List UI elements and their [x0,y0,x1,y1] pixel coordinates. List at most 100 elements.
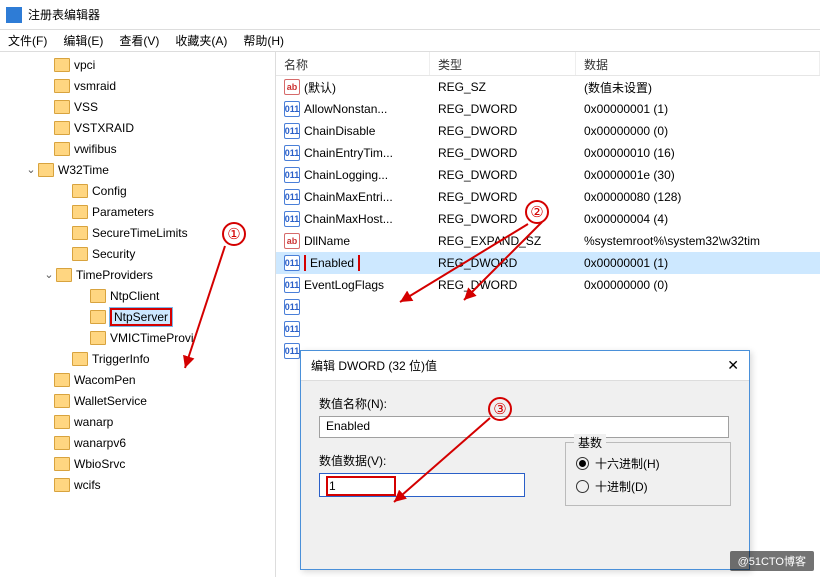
tree-item[interactable]: VMICTimeProvi [0,327,275,348]
folder-icon [72,184,88,198]
tree-item[interactable]: vsmraid [0,75,275,96]
chevron-down-icon[interactable]: ⌄ [42,268,56,281]
reg-dword-icon: 011 [284,123,300,139]
tree-item[interactable]: wcifs [0,474,275,495]
tree-item[interactable]: vwifibus [0,138,275,159]
value-name-label: 数值名称(N): [319,395,731,412]
folder-icon [54,79,70,93]
radix-legend: 基数 [574,434,606,451]
tree-item-label: vwifibus [74,142,117,156]
tree-item[interactable]: Parameters [0,201,275,222]
value-name-field[interactable]: Enabled [319,416,729,438]
folder-icon [54,121,70,135]
menu-favorites[interactable]: 收藏夹(A) [175,32,227,49]
tree-item[interactable]: SecureTimeLimits [0,222,275,243]
registry-value-row[interactable]: abDllNameREG_EXPAND_SZ%systemroot%\syste… [276,230,820,252]
value-name: ChainLogging... [304,168,388,182]
value-data: 0x00000001 (1) [576,102,820,116]
tree-item[interactable]: Security [0,243,275,264]
radio-icon[interactable] [576,457,589,470]
value-name: (默认) [304,79,336,96]
radix-hex[interactable]: 十六进制(H) [576,455,720,472]
tree-item-label: TimeProviders [76,268,153,282]
value-data: (数值未设置) [576,79,820,96]
tree-item[interactable]: wanarp [0,411,275,432]
tree-item[interactable]: ⌄W32Time [0,159,275,180]
registry-value-row[interactable]: 011 ChainMaxEntri... REG_DWORD0x00000080 (… [276,186,820,208]
registry-value-row[interactable]: 011EventLogFlagsREG_DWORD0x00000000 (0) [276,274,820,296]
tree-pane[interactable]: vpci vsmraid VSS VSTXRAID vwifibus ⌄W32TimeCo… [0,52,276,577]
value-data: 0x0000001e (30) [576,168,820,182]
menu-file[interactable]: 文件(F) [8,32,47,49]
col-name[interactable]: 名称 [276,52,430,75]
value-type: REG_DWORD [430,190,576,204]
reg-dword-icon: 011 [284,277,300,293]
value-name: ChainMaxHost... [304,212,393,226]
tree-item[interactable]: VSS [0,96,275,117]
value-name: EventLogFlags [304,278,384,292]
tree-item[interactable]: NtpClient [0,285,275,306]
chevron-down-icon[interactable]: ⌄ [24,163,38,176]
tree-item[interactable]: NtpServer [0,306,275,327]
tree-item[interactable]: TriggerInfo [0,348,275,369]
value-type: REG_DWORD [430,124,576,138]
list-header: 名称 类型 数据 [276,52,820,76]
tree-item[interactable]: VSTXRAID [0,117,275,138]
registry-value-row[interactable]: 011ChainEntryTim...REG_DWORD0x00000010 (… [276,142,820,164]
value-data-label: 数值数据(V): [319,452,525,469]
tree-item[interactable]: ⌄ TimeProviders [0,264,275,285]
col-type[interactable]: 类型 [430,52,576,75]
registry-value-row[interactable]: 011ChainDisableREG_DWORD0x00000000 (0) [276,120,820,142]
tree-item-label: Security [92,247,135,261]
folder-icon [72,352,88,366]
folder-icon [38,163,54,177]
tree-item[interactable]: Config [0,180,275,201]
tree-item-label: VSS [74,100,98,114]
tree-item[interactable]: wanarpv6 [0,432,275,453]
registry-value-row[interactable]: 011ChainLogging...REG_DWORD0x0000001e (3… [276,164,820,186]
reg-dword-icon: 011 [284,299,300,315]
registry-value-row[interactable]: 011EnabledREG_DWORD0x00000001 (1) [276,252,820,274]
folder-icon [72,205,88,219]
value-name: DllName [304,234,350,248]
value-type: REG_DWORD [430,256,576,270]
registry-value-row[interactable]: 011ChainMaxHost...REG_DWORD0x00000004 (4… [276,208,820,230]
folder-icon [54,415,70,429]
window-title: 注册表编辑器 [28,6,100,23]
registry-value-row[interactable]: 011AllowNonstan...REG_DWORD0x00000001 (1… [276,98,820,120]
folder-icon [72,247,88,261]
value-data: 0x00000080 (128) [576,190,820,204]
registry-value-row[interactable]: 011 [276,318,820,340]
value-type: REG_DWORD [430,168,576,182]
tree-item[interactable]: WbioSrvc [0,453,275,474]
radix-dec[interactable]: 十进制(D) [576,478,720,495]
menu-help[interactable]: 帮助(H) [243,32,284,49]
col-data[interactable]: 数据 [576,52,820,75]
app-icon [6,7,22,23]
menu-edit[interactable]: 编辑(E) [63,32,103,49]
edit-dword-dialog: 编辑 DWORD (32 位)值 ✕ 数值名称(N): Enabled 数值数据… [300,350,750,570]
value-name: ChainMaxEntri... [304,190,393,204]
tree-item[interactable]: vpci [0,54,275,75]
title-bar: 注册表编辑器 [0,0,820,30]
value-type: REG_DWORD [430,278,576,292]
folder-icon [54,457,70,471]
value-name: ChainEntryTim... [304,146,393,160]
tree-item[interactable]: WacomPen [0,369,275,390]
radio-icon[interactable] [576,480,589,493]
close-icon[interactable]: ✕ [727,357,739,374]
reg-dword-icon: 011 [284,189,300,205]
value-type: REG_DWORD [430,146,576,160]
folder-icon [56,268,72,282]
value-type: REG_DWORD [430,102,576,116]
tree-item-label: vsmraid [74,79,116,93]
folder-icon [54,142,70,156]
registry-value-row[interactable]: 011 [276,296,820,318]
menu-view[interactable]: 查看(V) [119,32,159,49]
tree-item[interactable]: WalletService [0,390,275,411]
reg-sz-icon: ab [284,233,300,249]
value-name: ChainDisable [304,124,375,138]
registry-value-row[interactable]: ab(默认)REG_SZ(数值未设置) [276,76,820,98]
value-data: %systemroot%\system32\w32tim [576,234,820,248]
value-data-field[interactable]: 1 [319,473,525,497]
